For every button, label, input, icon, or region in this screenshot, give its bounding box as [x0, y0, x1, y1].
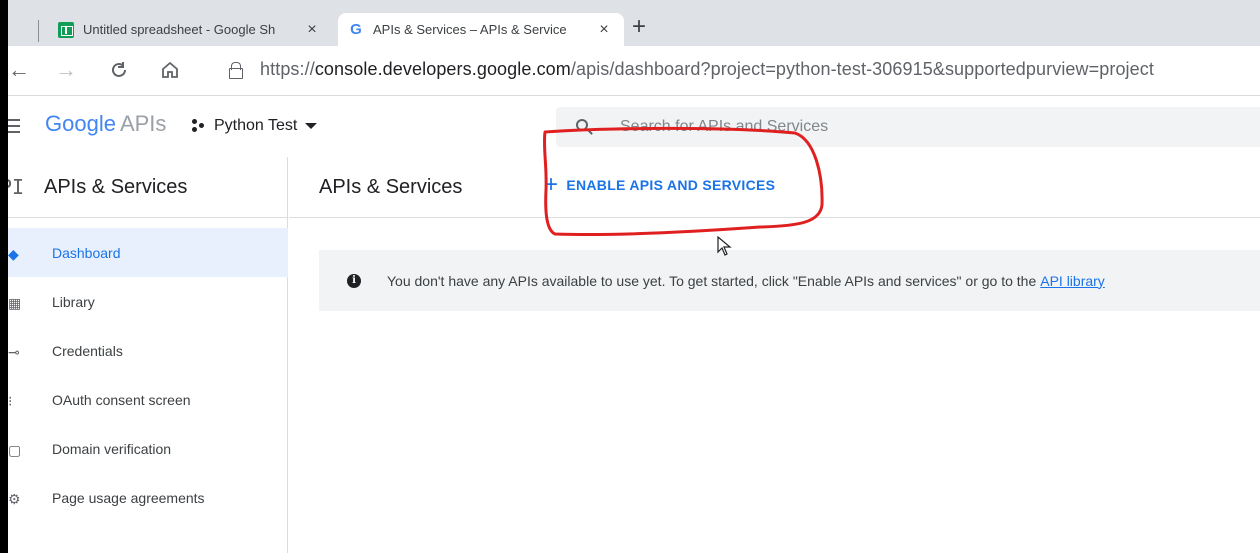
- google-sheets-icon: [58, 21, 74, 38]
- key-icon: ⊸: [8, 343, 20, 360]
- info-banner: i You don't have any APIs available to u…: [319, 250, 1260, 311]
- sidebar-item-domain-verification[interactable]: ▢ Domain verification: [8, 424, 288, 473]
- sidebar-item-oauth-consent[interactable]: ⁝ OAuth consent screen: [8, 375, 288, 424]
- domain-icon: ▢: [8, 441, 22, 458]
- project-name: Python Test: [214, 117, 298, 134]
- consent-icon: ⁝: [8, 392, 13, 409]
- screen: Untitled spreadsheet - Google Sh × G API…: [0, 0, 1260, 553]
- sidebar-item-label: OAuth consent screen: [52, 391, 191, 408]
- home-icon[interactable]: [160, 60, 180, 80]
- logo-product: APIs: [119, 111, 167, 136]
- logo-word: Google: [45, 111, 116, 136]
- browser-toolbar: ← → https://console.developers.google.co…: [8, 46, 1260, 96]
- app-header: Google APIs Python Test: [8, 97, 1260, 157]
- search-input[interactable]: [620, 115, 1220, 139]
- url-path: /apis/dashboard?project=python-test-3069…: [570, 59, 1154, 79]
- settings-icon: ⚙: [8, 490, 21, 507]
- api-library-link[interactable]: API library: [1040, 273, 1105, 289]
- tab-separator: [38, 20, 39, 42]
- info-message: You don't have any APIs available to use…: [387, 273, 1105, 289]
- tab-close-icon[interactable]: ×: [594, 21, 614, 39]
- sidebar-item-page-usage[interactable]: ⚙ Page usage agreements: [8, 473, 288, 522]
- sidebar-item-label: Page usage agreements: [52, 489, 205, 506]
- lock-icon[interactable]: [228, 62, 243, 79]
- sidebar-title: APIs & Services: [44, 175, 188, 198]
- enable-apis-button[interactable]: + ENABLE APIS AND SERVICES: [544, 171, 776, 198]
- google-apis-logo[interactable]: Google APIs: [45, 111, 166, 137]
- sidebar-item-library[interactable]: ▦ Library: [8, 277, 288, 326]
- reload-icon[interactable]: [109, 60, 129, 80]
- sidebar-item-label: Credentials: [52, 342, 123, 359]
- info-icon: i: [347, 273, 361, 288]
- sidebar: PI APIs & Services ◆ Dashboard ▦ Library…: [0, 157, 288, 553]
- dashboard-icon: ◆: [8, 245, 19, 262]
- forward-arrow-icon[interactable]: →: [55, 58, 77, 82]
- page-title: APIs & Services: [319, 176, 463, 198]
- browser-tab-strip: Untitled spreadsheet - Google Sh × G API…: [8, 0, 1260, 46]
- sidebar-nav: ◆ Dashboard ▦ Library ⊸ Credentials ⁝ OA…: [8, 228, 288, 522]
- library-icon: ▦: [8, 294, 22, 311]
- tab-title: APIs & Services – APIs & Service: [373, 22, 567, 37]
- main-content: APIs & Services + ENABLE APIS AND SERVIC…: [289, 157, 1260, 553]
- project-selector[interactable]: Python Test: [192, 117, 318, 135]
- search-box[interactable]: [556, 107, 1260, 147]
- plus-icon: +: [544, 171, 559, 198]
- main-header: APIs & Services + ENABLE APIS AND SERVIC…: [289, 157, 1260, 218]
- tab-title: Untitled spreadsheet - Google Sh: [83, 22, 276, 37]
- mouse-cursor-icon: [717, 236, 732, 256]
- tab-apis-services[interactable]: G APIs & Services – APIs & Service ×: [338, 13, 624, 46]
- tab-close-icon[interactable]: ×: [302, 21, 322, 39]
- new-tab-button[interactable]: +: [632, 15, 646, 39]
- address-bar[interactable]: https://console.developers.google.com/ap…: [260, 59, 1154, 80]
- screen-left-edge: [0, 0, 8, 553]
- back-arrow-icon[interactable]: ←: [8, 58, 30, 82]
- url-scheme: https://: [260, 59, 315, 79]
- project-dots-icon: [192, 119, 208, 133]
- enable-apis-label: ENABLE APIS AND SERVICES: [566, 177, 776, 193]
- google-g-icon: G: [350, 21, 362, 38]
- sidebar-header: PI APIs & Services: [0, 157, 288, 218]
- search-icon: [576, 119, 588, 131]
- sidebar-item-label: Library: [52, 293, 95, 310]
- info-text: You don't have any APIs available to use…: [387, 272, 1037, 289]
- tab-spreadsheet[interactable]: Untitled spreadsheet - Google Sh ×: [48, 13, 332, 46]
- sidebar-item-label: Domain verification: [52, 440, 172, 457]
- url-host: console.developers.google.com: [314, 59, 571, 79]
- hamburger-menu-icon[interactable]: [8, 119, 20, 133]
- caret-down-icon: [305, 123, 318, 129]
- sidebar-item-dashboard[interactable]: ◆ Dashboard: [8, 228, 288, 277]
- sidebar-item-credentials[interactable]: ⊸ Credentials: [8, 326, 288, 375]
- sidebar-item-label: Dashboard: [52, 244, 121, 261]
